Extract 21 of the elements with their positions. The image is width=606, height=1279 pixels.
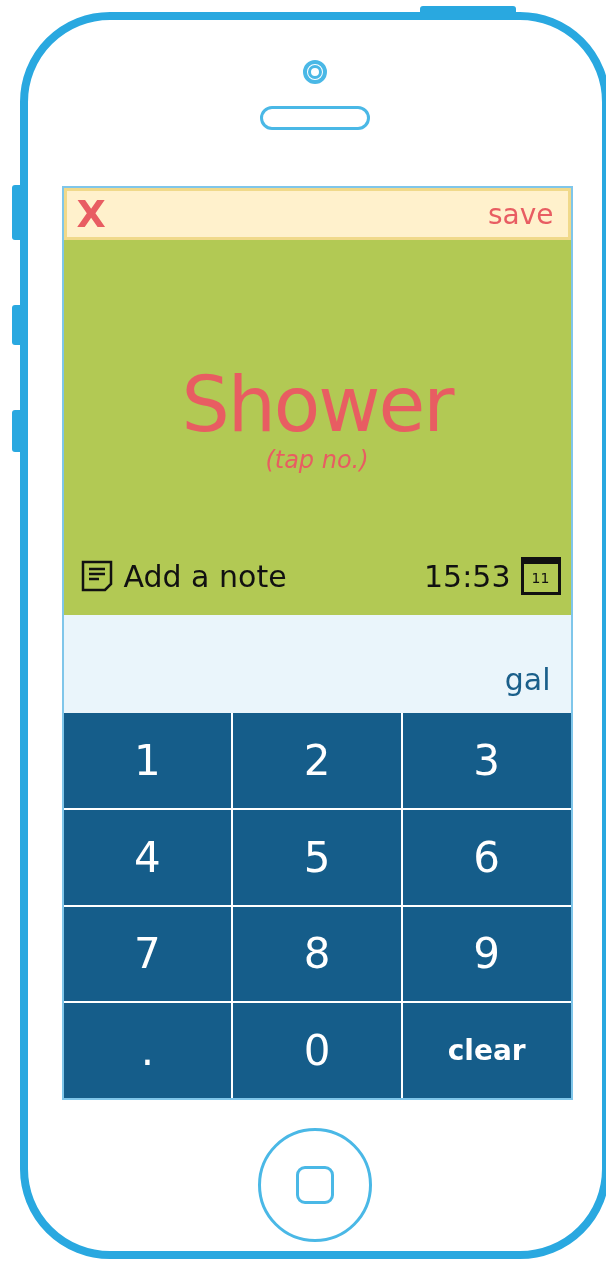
keypad-key[interactable]: 0 [233,1003,401,1098]
keypad-key[interactable]: . [63,1003,232,1098]
add-note-button[interactable]: Add a note [123,558,287,594]
time-text[interactable]: 15:53 [424,558,511,594]
keypad-key[interactable]: 7 [63,906,232,1002]
amount-field[interactable]: gal [63,615,571,713]
keypad-key[interactable]: 1 [63,713,232,808]
note-icon [79,559,114,593]
keypad-key[interactable]: 3 [402,713,571,808]
keypad-key[interactable]: 5 [233,809,401,905]
camera-icon [303,60,327,84]
unit-label: gal [504,662,551,697]
keypad-key[interactable]: 6 [402,809,571,905]
hint-text: (tap no.) [265,446,369,475]
keypad-key[interactable]: 4 [63,809,232,905]
calendar-icon[interactable]: 11 [520,557,561,595]
keypad-key[interactable]: 9 [402,906,571,1002]
clear-key[interactable]: clear [402,1003,571,1098]
speaker-icon [260,106,370,130]
keypad-key[interactable]: 2 [233,713,401,808]
keypad-key[interactable]: 8 [233,906,401,1002]
